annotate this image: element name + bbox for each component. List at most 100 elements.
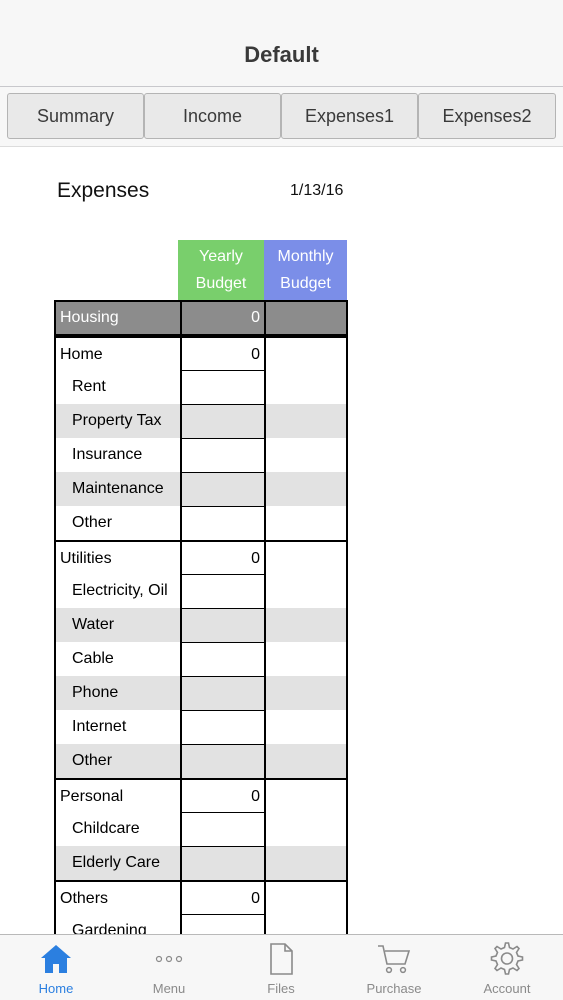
yearly-budget-cell[interactable] (180, 404, 266, 438)
row-label: Home (56, 336, 180, 370)
row-label: Personal (56, 778, 180, 812)
monthly-budget-cell[interactable] (266, 336, 348, 370)
monthly-budget-cell[interactable] (266, 846, 348, 880)
row-label: Phone (72, 684, 119, 701)
yearly-budget-cell[interactable]: 0 (180, 880, 266, 914)
monthly-budget-cell[interactable] (266, 710, 348, 744)
monthly-budget-cell[interactable] (266, 540, 348, 574)
tabbar-menu-label: Menu (152, 981, 186, 996)
bottom-tab-bar: Home Menu Files Purchase Account (0, 934, 563, 1000)
monthly-budget-cell[interactable] (266, 812, 348, 846)
app-screen: Default Summary Income Expenses1 Expense… (0, 0, 563, 1000)
yearly-budget-cell[interactable] (180, 812, 266, 846)
row-label: Elderly Care (72, 854, 161, 871)
monthly-budget-cell[interactable] (266, 880, 348, 914)
home-icon (38, 941, 74, 977)
monthly-budget-cell[interactable] (266, 300, 348, 336)
yearly-budget-cell[interactable]: 0 (180, 778, 266, 812)
row-label: Water (72, 616, 115, 633)
tab-income[interactable]: Income (144, 93, 281, 139)
table-row: Property Tax (56, 404, 348, 438)
monthly-budget-cell[interactable] (266, 472, 348, 506)
row-label: Internet (72, 718, 127, 735)
segmented-tabs: Summary Income Expenses1 Expenses2 (0, 87, 563, 147)
monthly-budget-cell[interactable] (266, 744, 348, 778)
table-row: Childcare (56, 812, 348, 846)
tabbar-files[interactable]: Files (225, 935, 337, 1000)
yearly-budget-cell[interactable]: 0 (180, 540, 266, 574)
row-label: Other (72, 514, 113, 531)
tabbar-account[interactable]: Account (451, 935, 563, 1000)
monthly-header-line1: Monthly (277, 248, 334, 265)
table-row: Cable (56, 642, 348, 676)
yearly-budget-cell[interactable] (180, 676, 266, 710)
table-row: Phone (56, 676, 348, 710)
monthly-budget-cell[interactable] (266, 608, 348, 642)
yearly-budget-cell[interactable] (180, 642, 266, 676)
row-label: Others (56, 880, 180, 914)
tabbar-home[interactable]: Home (0, 935, 112, 1000)
table-row: Others 0 (56, 880, 348, 914)
yearly-budget-cell[interactable] (180, 506, 266, 540)
yearly-budget-header: Yearly Budget (178, 240, 264, 300)
monthly-header-line2: Budget (280, 275, 331, 292)
yearly-budget-cell[interactable] (180, 744, 266, 778)
row-label: Gardening (72, 922, 147, 934)
tab-expenses1[interactable]: Expenses1 (281, 93, 418, 139)
budget-table: Housing 0 Home 0 Rent Property Tax Insurance Ma… (54, 300, 348, 934)
file-icon (263, 941, 299, 977)
monthly-budget-cell[interactable] (266, 642, 348, 676)
table-row: Rent (56, 370, 348, 404)
yearly-budget-cell[interactable] (180, 846, 266, 880)
yearly-budget-cell[interactable] (180, 438, 266, 472)
tabbar-menu[interactable]: Menu (113, 935, 225, 1000)
table-row: Gardening (56, 914, 348, 934)
table-row: Insurance (56, 438, 348, 472)
tab-expenses2[interactable]: Expenses2 (418, 93, 556, 139)
yearly-budget-cell[interactable] (180, 608, 266, 642)
more-icon (151, 941, 187, 977)
yearly-header-line1: Yearly (199, 248, 243, 265)
monthly-budget-cell[interactable] (266, 438, 348, 472)
monthly-budget-cell[interactable] (266, 676, 348, 710)
sheet-title: Expenses (57, 179, 150, 202)
row-label: Electricity, Oil (72, 582, 168, 599)
table-row: Other (56, 744, 348, 778)
tab-summary[interactable]: Summary (7, 93, 144, 139)
sheet-date: 1/13/16 (290, 182, 344, 199)
tabbar-purchase[interactable]: Purchase (338, 935, 450, 1000)
table-row: Housing 0 (56, 300, 348, 336)
monthly-budget-cell[interactable] (266, 914, 348, 934)
gear-icon (489, 941, 525, 977)
table-row: Other (56, 506, 348, 540)
tabbar-home-label: Home (38, 981, 74, 996)
yearly-budget-cell[interactable]: 0 (180, 300, 266, 336)
row-label: Insurance (72, 446, 143, 463)
table-row: Water (56, 608, 348, 642)
row-label: Housing (56, 300, 180, 336)
row-label: Childcare (72, 820, 140, 837)
yearly-budget-cell[interactable] (180, 914, 266, 934)
yearly-budget-cell[interactable] (180, 472, 266, 506)
monthly-budget-cell[interactable] (266, 506, 348, 540)
tabbar-purchase-label: Purchase (366, 981, 422, 996)
navigation-bar: Default (0, 0, 563, 87)
table-row: Utilities 0 (56, 540, 348, 574)
row-label: Maintenance (72, 480, 164, 497)
row-label: Cable (72, 650, 114, 667)
table-row: Electricity, Oil (56, 574, 348, 608)
yearly-budget-cell[interactable] (180, 574, 266, 608)
table-row: Elderly Care (56, 846, 348, 880)
yearly-budget-cell[interactable] (180, 370, 266, 404)
monthly-budget-cell[interactable] (266, 574, 348, 608)
monthly-budget-cell[interactable] (266, 778, 348, 812)
yearly-budget-cell[interactable]: 0 (180, 336, 266, 370)
tabbar-account-label: Account (483, 981, 531, 996)
yearly-header-line2: Budget (195, 275, 247, 292)
monthly-budget-cell[interactable] (266, 404, 348, 438)
yearly-budget-cell[interactable] (180, 710, 266, 744)
expenses-sheet[interactable]: Expenses 1/13/16 Yearly Budget Monthly B… (0, 148, 563, 934)
row-label: Other (72, 752, 113, 769)
monthly-budget-cell[interactable] (266, 370, 348, 404)
cart-icon (376, 941, 412, 977)
